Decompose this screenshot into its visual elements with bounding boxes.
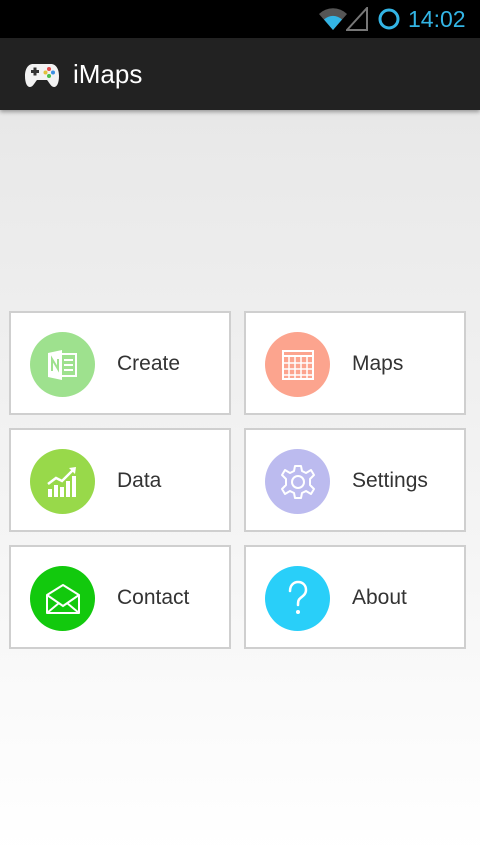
app-title: iMaps — [73, 59, 143, 89]
data-icon-circle — [30, 449, 95, 514]
maps-icon-circle — [265, 332, 330, 397]
action-bar: iMaps — [0, 38, 480, 110]
data-button[interactable]: Data — [9, 428, 231, 532]
settings-label: Settings — [352, 469, 428, 492]
settings-button[interactable]: Settings — [244, 428, 466, 532]
contact-label: Contact — [117, 586, 190, 609]
onenote-icon — [47, 349, 77, 380]
status-clock: 14:02 — [408, 6, 466, 32]
create-button[interactable]: Create — [9, 311, 231, 415]
contact-button[interactable]: Contact — [9, 545, 231, 649]
data-label: Data — [117, 469, 162, 492]
contact-icon-circle — [30, 566, 95, 631]
about-label: About — [352, 586, 407, 609]
create-label: Create — [117, 352, 181, 375]
gear-icon — [280, 464, 315, 499]
calendar-icon — [281, 349, 314, 380]
about-icon-circle — [265, 566, 330, 631]
maps-button[interactable]: Maps — [244, 311, 466, 415]
status-bar: 14:02 — [0, 0, 480, 38]
gamepad-icon — [25, 64, 59, 87]
about-button[interactable]: About — [244, 545, 466, 649]
create-icon-circle — [30, 332, 95, 397]
question-icon — [288, 580, 307, 614]
loading-spinner-icon — [378, 8, 400, 30]
wifi-icon — [319, 8, 347, 31]
maps-label: Maps — [352, 352, 404, 375]
envelope-icon — [45, 583, 80, 614]
chart-icon — [46, 466, 76, 497]
signal-icon — [346, 7, 368, 31]
settings-icon-circle — [265, 449, 330, 514]
